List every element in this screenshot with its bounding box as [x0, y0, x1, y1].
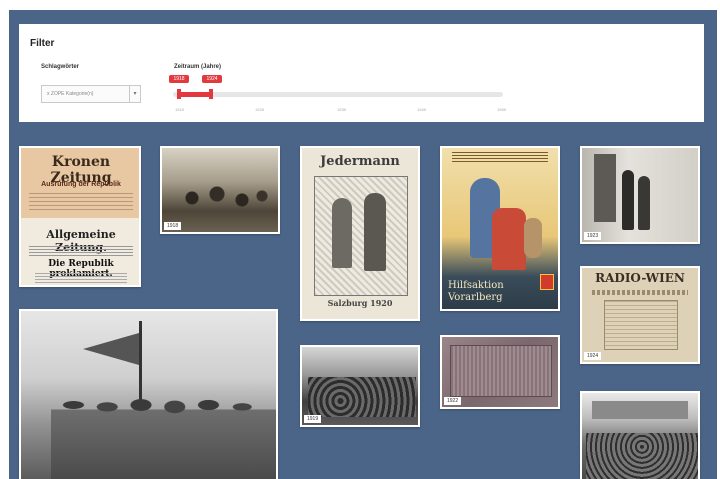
- tick-label: 1928: [255, 107, 264, 112]
- newspaper-text-lines: [35, 273, 127, 283]
- banknote-pattern: [450, 345, 552, 397]
- pennant-flag: [83, 333, 139, 365]
- category-select[interactable]: x ZOPE Kategorie(n) ▾: [41, 85, 141, 103]
- filter-panel: Filter Schlagwörter x ZOPE Kategorie(n) …: [19, 24, 704, 122]
- figure-child: [524, 218, 542, 258]
- poster-subtitle: Salzburg 1920: [327, 298, 393, 308]
- coat-of-arms-icon: [540, 274, 554, 290]
- range-label: Zeitraum (Jahre): [174, 64, 222, 70]
- figure-silhouette: [364, 193, 386, 271]
- tick-label: 1958: [497, 107, 506, 112]
- year-tag: 1924: [584, 352, 602, 360]
- radio-program-table: [604, 300, 678, 350]
- tick-label: 1918: [175, 107, 184, 112]
- range-handle-to[interactable]: [209, 89, 213, 99]
- category-select-value: x ZOPE Kategorie(n): [47, 91, 94, 97]
- poster-title: Hilfsaktion Vorarlberg: [448, 280, 504, 303]
- range-handle-from[interactable]: [177, 89, 181, 99]
- category-label: Schlagwörter: [41, 64, 80, 70]
- tick-label: 1938: [337, 107, 346, 112]
- gallery-card-street-photo[interactable]: 1923: [580, 146, 700, 244]
- gallery-card-crowd2-photo[interactable]: 1919: [300, 345, 420, 427]
- figure-red: [492, 208, 526, 270]
- gallery-card-vorarlberg[interactable]: Hilfsaktion Vorarlberg: [440, 146, 560, 311]
- range-to-badge: 1924: [202, 75, 222, 83]
- crowd-texture: [586, 433, 698, 479]
- gallery-card-crowd-photo[interactable]: 1918: [160, 146, 280, 234]
- year-range-slider[interactable]: [173, 92, 503, 97]
- gallery-card-soldiers-photo[interactable]: [19, 309, 278, 479]
- poster-caption-lines: [452, 152, 548, 164]
- radio-subtitle-lines: [592, 290, 688, 295]
- newspaper-text-lines: [29, 246, 133, 256]
- newspaper-text-lines: [29, 193, 133, 211]
- chevron-down-icon[interactable]: ▾: [129, 86, 140, 102]
- poster-illustration: [314, 176, 408, 296]
- tick-label: 1948: [417, 107, 426, 112]
- doorway: [594, 154, 616, 222]
- range-from-badge: 1918: [169, 75, 189, 83]
- year-tag: 1919: [304, 415, 322, 423]
- gallery-card-jedermann[interactable]: Jedermann Salzburg 1920: [300, 146, 420, 321]
- crowd-texture: [308, 377, 416, 417]
- radio-title: RADIO-WIEN: [595, 271, 685, 285]
- filter-title: Filter: [30, 38, 55, 49]
- year-range-selection: [178, 92, 212, 97]
- year-tag: 1922: [444, 397, 462, 405]
- building-silhouette: [592, 401, 688, 419]
- gallery-card-radio-wien[interactable]: RADIO-WIEN 1924: [580, 266, 700, 364]
- gallery-card-banknote[interactable]: 1922: [440, 335, 560, 409]
- figure-silhouette: [332, 198, 352, 268]
- newspaper-headline-top: Ausrufung der Republik: [41, 181, 121, 188]
- figure-silhouette: [638, 176, 650, 230]
- figure-silhouette: [622, 170, 634, 230]
- gallery-card-newspaper[interactable]: Kronen Zeitung Ausrufung der Republik Al…: [19, 146, 141, 287]
- year-tag: 1923: [584, 232, 602, 240]
- gallery-card-rally-photo[interactable]: [580, 391, 700, 479]
- soldiers-row: [51, 386, 276, 479]
- poster-title: Jedermann: [320, 154, 400, 169]
- crowd-figures: [172, 178, 272, 218]
- year-tag: 1918: [164, 222, 182, 230]
